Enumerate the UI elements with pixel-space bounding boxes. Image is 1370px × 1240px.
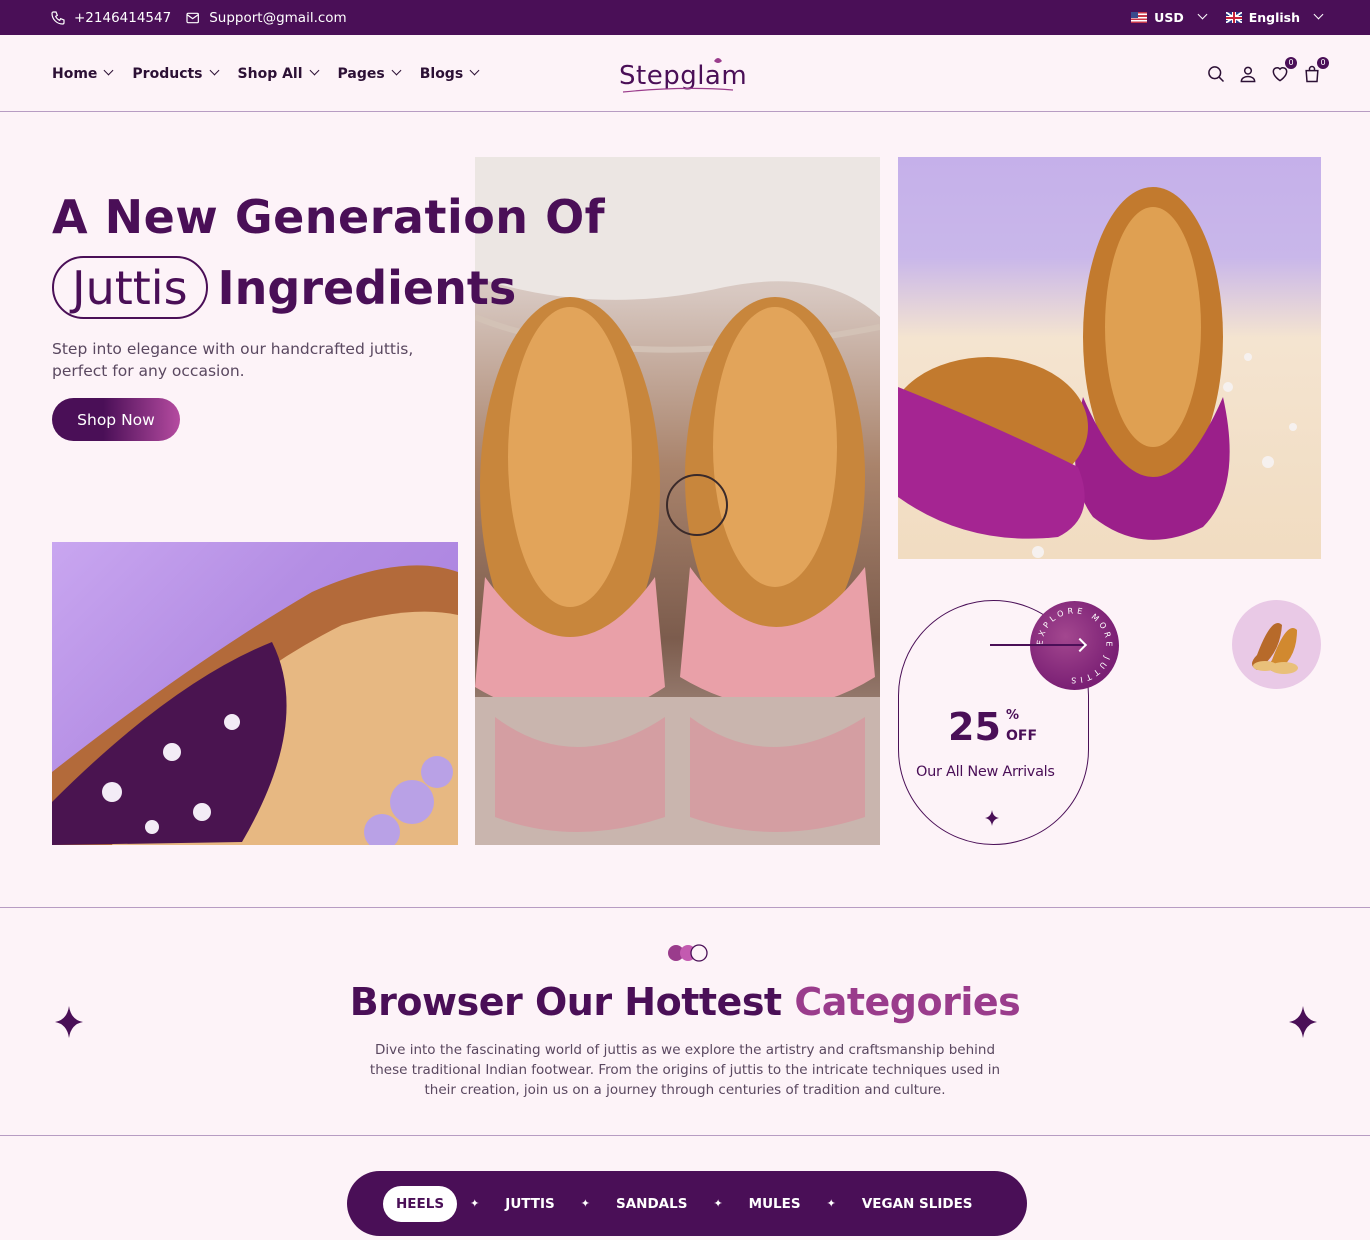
nav-products[interactable]: Products — [132, 65, 219, 82]
nav-pages[interactable]: Pages — [337, 65, 402, 82]
tab-heels[interactable]: HEELS — [383, 1185, 458, 1222]
toggle-dots-icon — [668, 944, 708, 962]
hero-title-rest: Ingredients — [217, 260, 517, 315]
chevron-down-icon — [469, 65, 480, 76]
phone-icon — [51, 10, 65, 25]
sparkle-separator-icon: ✦ — [580, 1197, 590, 1210]
section-divider — [0, 1135, 1370, 1136]
categories-title: Browser Our Hottest Categories — [0, 980, 1370, 1024]
chevron-down-icon — [103, 65, 114, 76]
shop-now-button[interactable]: Shop Now — [52, 398, 180, 441]
account-button[interactable] — [1238, 64, 1258, 84]
jutti-thumbnail-illustration — [1252, 623, 1298, 674]
promo-off-label: OFF — [1006, 728, 1038, 744]
chevron-down-icon — [391, 65, 402, 76]
logo-text: Stepglam — [619, 61, 748, 91]
wishlist-button[interactable]: 0 — [1270, 56, 1297, 84]
nav-products-label: Products — [132, 65, 203, 82]
uk-flag-icon — [1225, 12, 1242, 23]
promo-percent: % — [1006, 708, 1020, 723]
chevron-down-icon — [309, 65, 319, 76]
hero-image-pink-juttis — [475, 157, 880, 845]
phone-number: +2146414547 — [74, 9, 172, 26]
top-bar: +2146414547 Support@gmail.com USD Englis… — [0, 0, 1370, 35]
nav-shop-all-label: Shop All — [237, 65, 303, 82]
sparkle-separator-icon: ✦ — [826, 1197, 836, 1210]
cart-button[interactable]: 0 — [1302, 56, 1329, 84]
categories-description: Dive into the fascinating world of jutti… — [369, 1042, 1001, 1098]
nav-home[interactable]: Home — [52, 65, 114, 82]
main-nav: Home Products Shop All Pages Blogs — [52, 35, 480, 112]
nav-home-label: Home — [52, 65, 98, 82]
hero-image-embroidered-jutti — [52, 542, 458, 845]
hero-image-purple-juttis — [898, 157, 1321, 559]
nav-pages-label: Pages — [337, 65, 385, 82]
currency-selector[interactable]: USD — [1131, 9, 1208, 25]
currency-label: USD — [1154, 10, 1184, 25]
promo-value: 25 — [948, 705, 1001, 749]
categories-title-main: Browser Our Hottest — [349, 980, 782, 1024]
wishlist-count-badge: 0 — [1285, 56, 1297, 69]
email-address: Support@gmail.com — [209, 9, 347, 26]
purple-juttis-illustration — [898, 187, 1297, 558]
embroidered-jutti-illustration — [52, 565, 458, 845]
sparkle-separator-icon: ✦ — [470, 1197, 480, 1210]
search-button[interactable] — [1206, 64, 1226, 84]
main-header: Home Products Shop All Pages Blogs Stepg… — [0, 35, 1370, 112]
sparkle-icon — [985, 810, 999, 826]
tab-vegan-slides[interactable]: VEGAN SLIDES — [849, 1186, 986, 1222]
tab-mules[interactable]: MULES — [736, 1186, 814, 1222]
nav-blogs[interactable]: Blogs — [419, 65, 480, 82]
mail-icon — [186, 12, 200, 23]
language-label: English — [1248, 10, 1300, 25]
section-divider — [0, 907, 1370, 908]
tab-sandals[interactable]: SANDALS — [603, 1186, 700, 1222]
promo-text: Our All New Arrivals — [916, 764, 1055, 780]
categories-title-accent: Categories — [794, 980, 1021, 1024]
sparkle-separator-icon: ✦ — [713, 1197, 723, 1210]
pink-juttis-illustration — [475, 157, 880, 845]
chevron-down-icon — [1313, 9, 1324, 20]
user-icon — [1240, 66, 1256, 82]
us-flag-icon — [1131, 12, 1148, 23]
hero-title-pill: Juttis — [52, 256, 208, 319]
nav-shop-all[interactable]: Shop All — [237, 65, 319, 82]
header-actions: 0 0 — [1206, 35, 1329, 112]
hero-subtitle: Step into elegance with our handcrafted … — [52, 340, 414, 380]
thumbnail-juttis[interactable] — [1232, 600, 1321, 689]
language-selector[interactable]: English — [1225, 9, 1324, 25]
cart-count-badge: 0 — [1317, 56, 1329, 69]
category-tabs: HEELS ✦ JUTTIS ✦ SANDALS ✦ MULES ✦ VEGAN… — [347, 1171, 1027, 1236]
hero-title: A New Generation Of — [52, 190, 606, 244]
chevron-down-icon — [209, 65, 219, 76]
tab-juttis[interactable]: JUTTIS — [492, 1186, 567, 1222]
chevron-down-icon — [1197, 9, 1208, 20]
nav-blogs-label: Blogs — [419, 65, 464, 82]
email-contact[interactable]: Support@gmail.com — [185, 10, 347, 26]
search-icon — [1208, 65, 1225, 82]
hero-title-line2: Juttis Ingredients — [52, 256, 516, 319]
site-logo[interactable]: Stepglam — [619, 55, 748, 93]
phone-contact[interactable]: +2146414547 — [50, 10, 171, 26]
arrow-right-icon — [990, 644, 1085, 646]
